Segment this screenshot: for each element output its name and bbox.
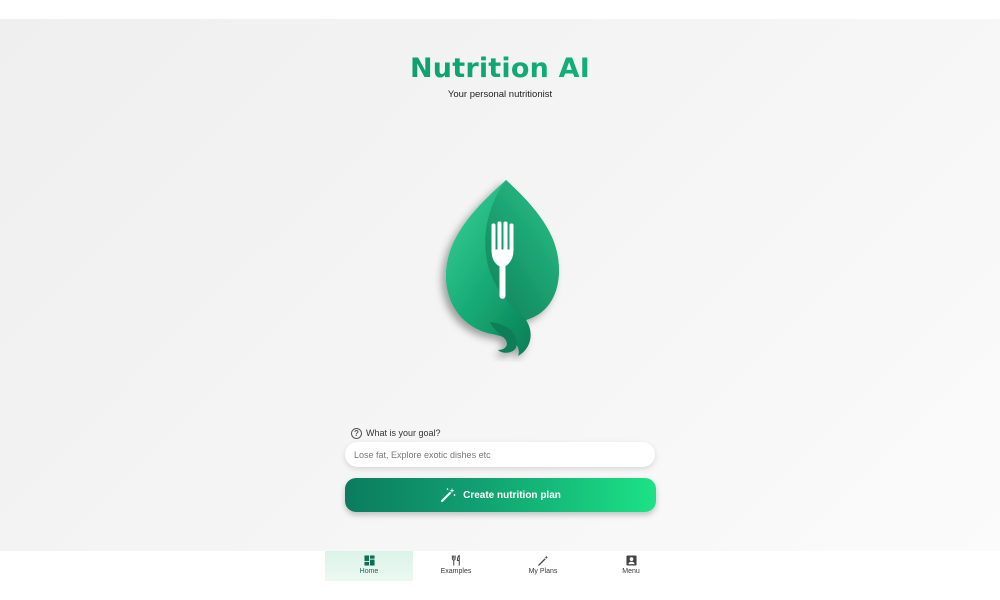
- nav-label-my-plans: My Plans: [528, 568, 558, 575]
- magic-wand-icon: [441, 488, 456, 502]
- app-subtitle: Your personal nutritionist: [447, 89, 553, 100]
- goal-label: What is your goal?: [366, 428, 441, 438]
- nav-item-my-plans[interactable]: My Plans: [499, 551, 587, 581]
- goal-label-row: ? What is your goal?: [351, 426, 441, 440]
- goal-input[interactable]: [345, 442, 655, 467]
- bottom-nav: Home Examples My Plans Menu: [0, 551, 1000, 600]
- create-button-label: Create nutrition plan: [463, 489, 561, 501]
- leaf-fork-logo-icon: [445, 180, 559, 356]
- nav-item-home[interactable]: Home: [325, 551, 413, 581]
- fork-knife-icon: [451, 555, 460, 566]
- app-window: Nutrition AI Your personal nutritionist: [0, 0, 1000, 600]
- nav-label-home: Home: [359, 568, 379, 575]
- magic-wand-icon: [537, 555, 548, 566]
- nav-item-examples[interactable]: Examples: [412, 551, 500, 581]
- dashboard-icon: [363, 555, 375, 566]
- create-nutrition-plan-button[interactable]: Create nutrition plan: [345, 478, 656, 512]
- app-title: Nutrition AI: [0, 53, 1000, 84]
- nav-label-menu: Menu: [622, 568, 640, 575]
- account-box-icon: [625, 555, 637, 566]
- nav-item-menu[interactable]: Menu: [587, 551, 675, 581]
- top-strip: [0, 0, 1000, 19]
- nav-label-examples: Examples: [440, 568, 472, 575]
- question-circle-icon[interactable]: ?: [351, 427, 362, 439]
